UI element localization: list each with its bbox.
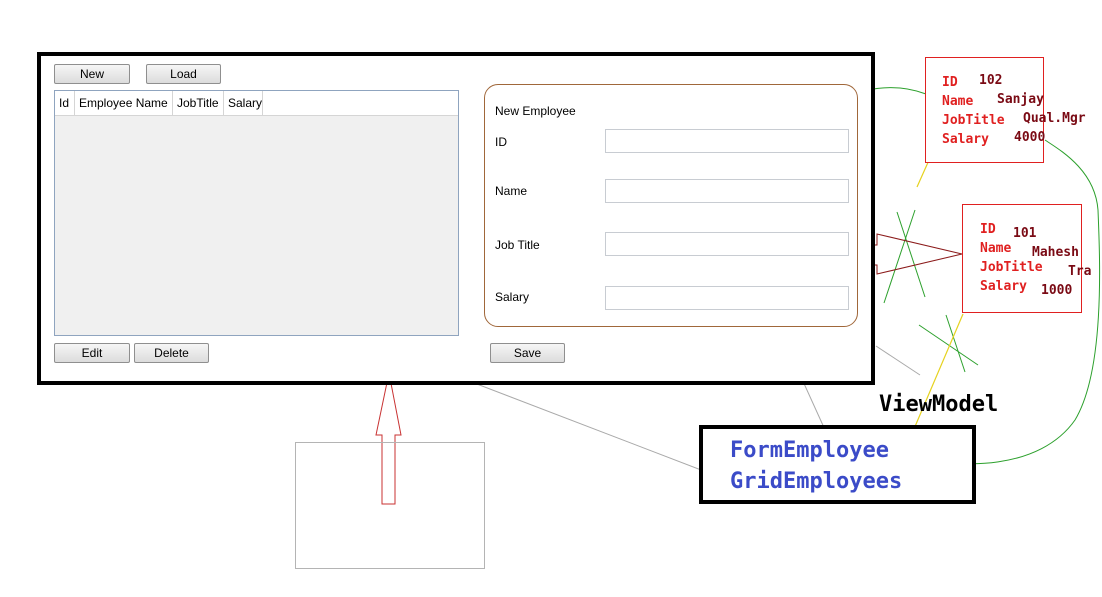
name-label: Name bbox=[495, 184, 528, 198]
object-value-name: Mahesh bbox=[1032, 245, 1079, 260]
object-key-name: Name bbox=[980, 241, 1012, 256]
object-value-id: 101 bbox=[1013, 226, 1037, 241]
column-header-id[interactable]: Id bbox=[55, 91, 75, 115]
salary-input[interactable] bbox=[605, 286, 849, 310]
job-title-input[interactable] bbox=[605, 232, 849, 256]
object-key-jobtitle: JobTitle bbox=[980, 260, 1043, 275]
name-input[interactable] bbox=[605, 179, 849, 203]
object-value-name: Sanjay bbox=[997, 92, 1044, 107]
id-label: ID bbox=[495, 135, 507, 149]
green-stroke bbox=[883, 209, 916, 304]
edit-button[interactable]: Edit bbox=[54, 343, 130, 363]
object-value-salary: 4000 bbox=[1014, 130, 1046, 145]
id-input[interactable] bbox=[605, 129, 849, 153]
object-key-name: Name bbox=[942, 94, 974, 109]
object-key-id: ID bbox=[980, 222, 996, 237]
object-value-jobtitle: Tra bbox=[1068, 264, 1092, 279]
column-header-salary[interactable]: Salary bbox=[224, 91, 263, 115]
viewmodel-property-grid-employees: GridEmployees bbox=[730, 469, 903, 494]
object-value-jobtitle: Qual.Mgr bbox=[1023, 111, 1086, 126]
green-stroke bbox=[896, 211, 926, 298]
grid-header: Id Employee Name JobTitle Salary bbox=[55, 91, 458, 116]
new-button[interactable]: New bbox=[54, 64, 130, 84]
green-stroke bbox=[918, 324, 979, 366]
object-key-salary: Salary bbox=[942, 132, 989, 147]
placeholder-rectangle bbox=[295, 442, 485, 569]
save-button[interactable]: Save bbox=[490, 343, 565, 363]
job-title-label: Job Title bbox=[495, 238, 540, 252]
object-value-salary: 1000 bbox=[1041, 283, 1073, 298]
salary-label: Salary bbox=[495, 290, 530, 304]
viewmodel-property-form-employee: FormEmployee bbox=[730, 438, 889, 463]
green-stroke bbox=[945, 314, 966, 373]
load-button[interactable]: Load bbox=[146, 64, 221, 84]
object-key-salary: Salary bbox=[980, 279, 1027, 294]
column-header-jobtitle[interactable]: JobTitle bbox=[173, 91, 224, 115]
employee-grid[interactable]: Id Employee Name JobTitle Salary bbox=[54, 90, 459, 336]
viewmodel-title: ViewModel bbox=[879, 392, 999, 417]
object-key-id: ID bbox=[942, 75, 958, 90]
column-header-employee-name[interactable]: Employee Name bbox=[75, 91, 173, 115]
window-viewmodel-line bbox=[875, 345, 921, 376]
object-value-id: 102 bbox=[979, 73, 1003, 88]
form-title: New Employee bbox=[495, 104, 576, 118]
object-key-jobtitle: JobTitle bbox=[942, 113, 1005, 128]
delete-button[interactable]: Delete bbox=[134, 343, 209, 363]
